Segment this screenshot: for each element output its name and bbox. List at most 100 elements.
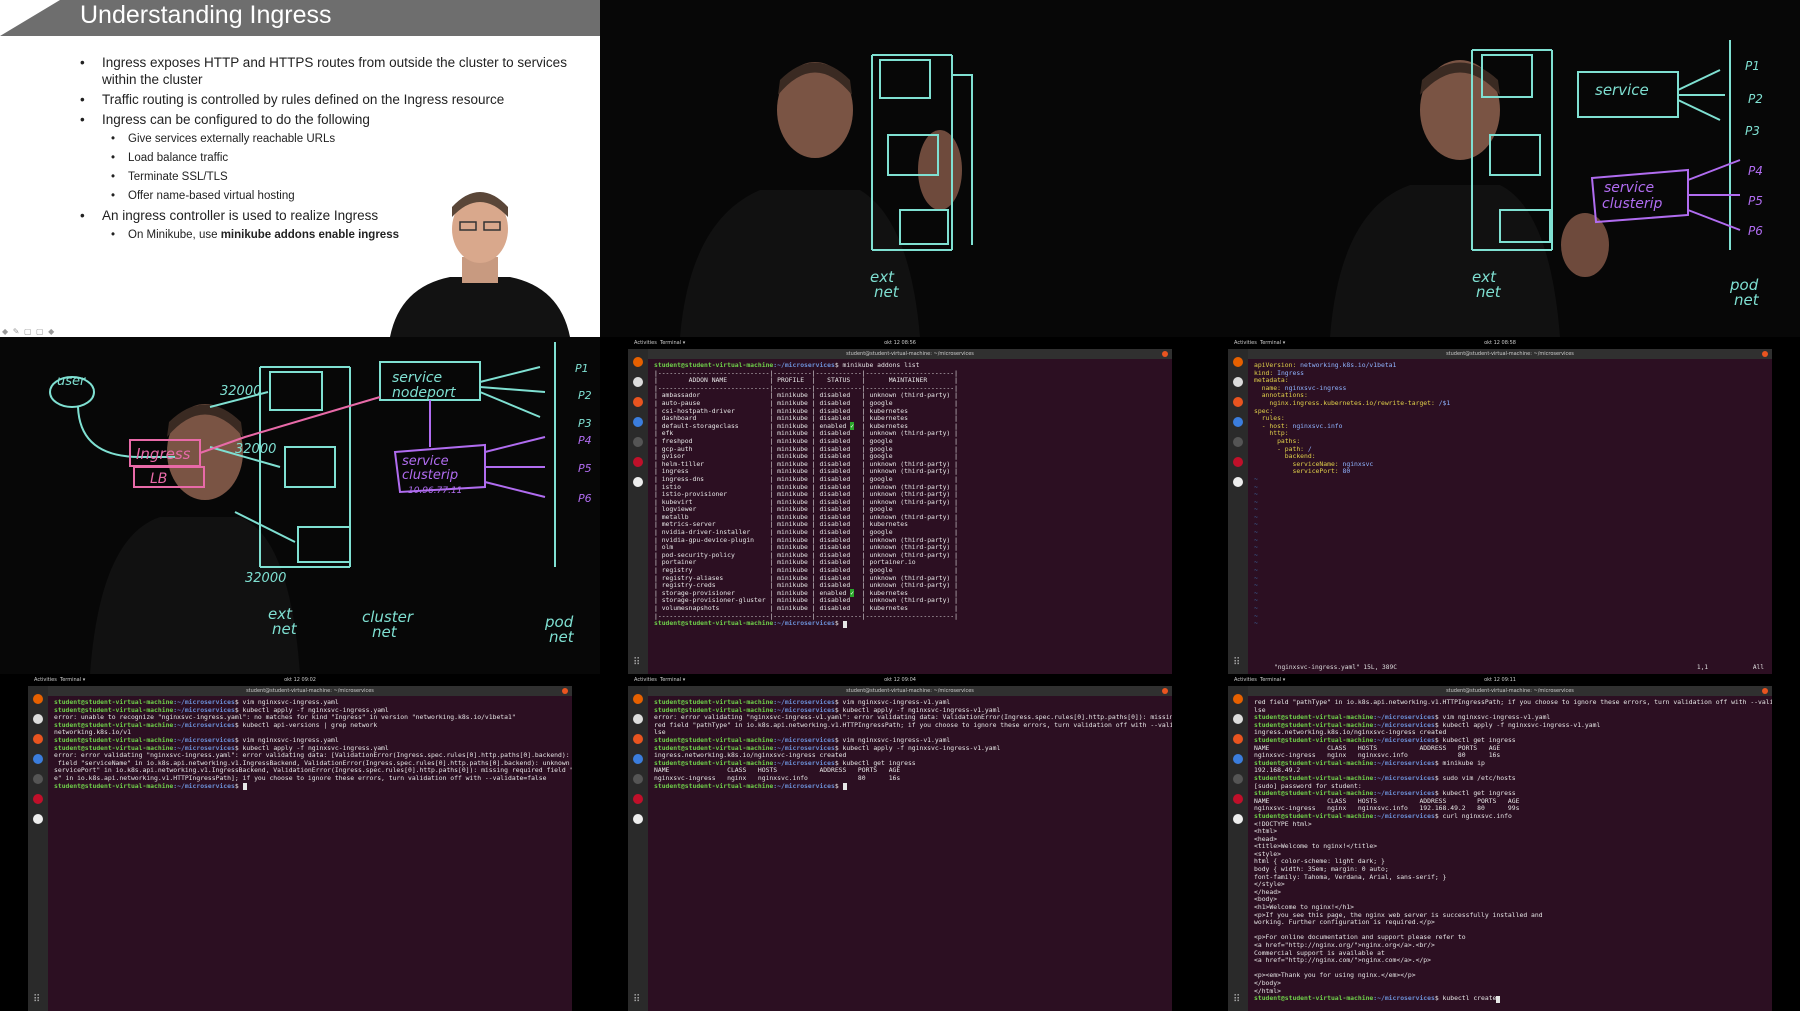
alert-icon[interactable] (1233, 457, 1243, 467)
help-icon[interactable] (1233, 417, 1243, 427)
firefox-icon[interactable] (33, 694, 43, 704)
alert-icon[interactable] (1233, 794, 1243, 804)
command: $ (834, 619, 843, 628)
clock: okt 12 08:58 (1484, 340, 1516, 346)
slide-nav-controls[interactable]: ◆ ✎ ▢ ▢ ◆ (2, 327, 55, 336)
terminal-curl-nginx[interactable]: Activities Terminal ▾ okt 12 09:11 ⠿ stu… (1228, 674, 1772, 1011)
firefox-icon[interactable] (1233, 694, 1243, 704)
vim-file-status: "nginxsvc-ingress.yaml" 15L, 389C (1274, 664, 1397, 671)
terminal-output: student@student-virtual-machine:~/micros… (648, 696, 1172, 793)
terminal-apply-errors[interactable]: Activities Terminal ▾ okt 12 09:02 ⠿ stu… (28, 674, 572, 1011)
terminal-output: student@student-virtual-machine:~/micros… (648, 359, 1172, 631)
show-apps-icon[interactable]: ⠿ (1233, 657, 1240, 668)
disc-icon[interactable] (33, 814, 43, 824)
show-apps-icon[interactable]: ⠿ (1233, 994, 1240, 1005)
firefox-icon[interactable] (1233, 357, 1243, 367)
svg-text:net: net (1476, 283, 1502, 301)
close-icon[interactable] (562, 688, 568, 694)
yaml-value: 80 (1338, 467, 1351, 476)
dock: ⠿ (628, 686, 648, 1011)
disc-icon[interactable] (1233, 477, 1243, 487)
svg-text:nodeport: nodeport (392, 385, 456, 401)
svg-text:P1: P1 (575, 362, 589, 375)
service-clusterip-label: service (1604, 180, 1654, 196)
close-icon[interactable] (1762, 688, 1768, 694)
alert-icon[interactable] (633, 794, 643, 804)
software-icon[interactable] (633, 734, 643, 744)
terminal-icon[interactable] (633, 437, 643, 447)
terminal-ingress-created[interactable]: Activities Terminal ▾ okt 12 09:04 ⠿ stu… (628, 674, 1172, 1011)
terminal-output: red field "pathType" in io.k8s.api.netwo… (1248, 696, 1772, 1006)
show-apps-icon[interactable]: ⠿ (633, 657, 640, 668)
terminal-output: student@student-virtual-machine:~/micros… (48, 696, 572, 793)
disc-icon[interactable] (633, 814, 643, 824)
prompt-path: :~/microservices (1373, 811, 1435, 820)
alert-icon[interactable] (33, 794, 43, 804)
files-icon[interactable] (1233, 714, 1243, 724)
files-icon[interactable] (33, 714, 43, 724)
disc-icon[interactable] (633, 477, 643, 487)
svg-text:P3: P3 (578, 417, 592, 430)
terminal-vim-yaml[interactable]: Activities Terminal ▾ okt 12 08:58 ⠿ stu… (1228, 337, 1772, 674)
whiteboard-drawing: service service clusterip ext net pod ne… (1330, 40, 1763, 337)
clock: okt 12 09:02 (284, 677, 316, 683)
command: $ kubectl create (1434, 994, 1497, 1003)
svg-text:net: net (874, 283, 900, 301)
yaml-value: networking.k8s.io/v1beta1 (1296, 361, 1397, 369)
terminal-screen[interactable]: student@student-virtual-machine:~/micros… (648, 696, 1172, 1011)
dock: ⠿ (1228, 686, 1248, 1011)
prompt-path: :~/microservices (173, 720, 235, 729)
terminal-icon[interactable] (633, 774, 643, 784)
firefox-icon[interactable] (633, 357, 643, 367)
window-titlebar: student@student-virtual-machine: ~/micro… (648, 686, 1172, 696)
service-clusterip-label: service (402, 454, 449, 469)
port-label: 32000 (245, 571, 286, 586)
terminal-screen[interactable]: student@student-virtual-machine:~/micros… (48, 696, 572, 1011)
alert-icon[interactable] (633, 457, 643, 467)
svg-text:P2: P2 (578, 389, 592, 402)
output-line: working. Further configuration is requir… (1254, 918, 1435, 927)
files-icon[interactable] (633, 714, 643, 724)
files-icon[interactable] (633, 377, 643, 387)
show-apps-icon[interactable]: ⠿ (633, 994, 640, 1005)
firefox-icon[interactable] (633, 694, 643, 704)
whiteboard-drawing: ext net (680, 54, 973, 337)
yaml-key: nginx.ingress.kubernetes.io/rewrite-targ… (1254, 398, 1435, 407)
software-icon[interactable] (1233, 734, 1243, 744)
show-apps-icon[interactable]: ⠿ (33, 994, 40, 1005)
output-line: red field "pathType" in io.k8s.api.netwo… (1254, 698, 1772, 706)
close-icon[interactable] (1162, 351, 1168, 357)
svg-text:P6: P6 (578, 492, 592, 505)
close-icon[interactable] (1162, 688, 1168, 694)
help-icon[interactable] (633, 754, 643, 764)
svg-text:P2: P2 (1748, 92, 1763, 106)
software-icon[interactable] (33, 734, 43, 744)
terminal-icon[interactable] (33, 774, 43, 784)
software-icon[interactable] (633, 397, 643, 407)
dock: ⠿ (28, 686, 48, 1011)
software-icon[interactable] (1233, 397, 1243, 407)
svg-text:net: net (372, 623, 398, 641)
window-title: student@student-virtual-machine: ~/micro… (246, 688, 374, 694)
vim-empty-line: ~ (1254, 619, 1258, 628)
help-icon[interactable] (1233, 754, 1243, 764)
window-title: student@student-virtual-machine: ~/micro… (1446, 351, 1574, 357)
text-cursor (242, 783, 247, 791)
files-icon[interactable] (1233, 377, 1243, 387)
terminal-icon[interactable] (1233, 774, 1243, 784)
svg-text:clusterip: clusterip (402, 468, 458, 483)
vim-cursor-pos: 1,1 (1696, 664, 1709, 671)
ingress-label: Ingress (136, 445, 191, 463)
vim-editor[interactable]: apiVersion: networking.k8s.io/v1beta1 ki… (1248, 359, 1772, 674)
help-icon[interactable] (33, 754, 43, 764)
svg-text:net: net (549, 628, 575, 646)
help-icon[interactable] (633, 417, 643, 427)
svg-text:P3: P3 (1745, 124, 1760, 138)
close-icon[interactable] (1762, 351, 1768, 357)
terminal-screen[interactable]: red field "pathType" in io.k8s.api.netwo… (1248, 696, 1772, 1011)
terminal-icon[interactable] (1233, 437, 1243, 447)
terminal-addons-list[interactable]: Activities Terminal ▾ okt 12 08:56 ⠿ stu… (628, 337, 1172, 674)
disc-icon[interactable] (1233, 814, 1243, 824)
terminal-screen[interactable]: student@student-virtual-machine:~/micros… (648, 359, 1172, 674)
command: $ kubectl apply -f nginxsvc-ingress-v1.y… (1434, 720, 1601, 729)
